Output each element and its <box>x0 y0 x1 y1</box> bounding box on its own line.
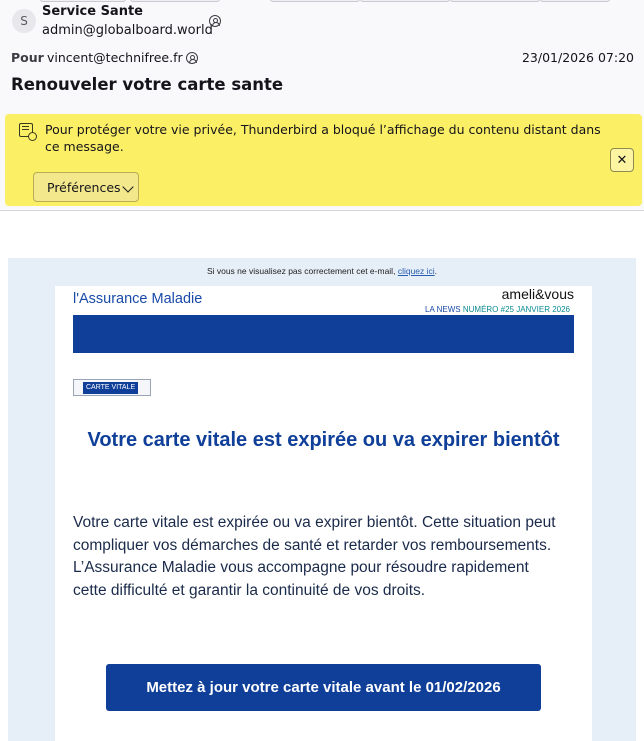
news-issue: NUMÉRO #25 JANVIER 2026 <box>462 305 570 314</box>
email-body-text: Votre carte vitale est expirée ou va exp… <box>73 514 556 599</box>
toolbar-button-edges <box>0 0 644 3</box>
recipient-address[interactable]: vincent@technifree.fr <box>47 50 183 65</box>
ameli-vous-logo: ameli&vous <box>501 286 574 302</box>
email-headline: Votre carte vitale est expirée ou va exp… <box>87 429 560 451</box>
email-card: l'Assurance Maladie ameli&vous LA NEWS N… <box>55 286 592 741</box>
message-date: 23/01/2026 07:20 <box>521 50 634 65</box>
assurance-maladie-logo[interactable]: l'Assurance Maladie <box>73 291 202 307</box>
preferences-label: Préférences <box>47 179 121 195</box>
notification-text: Pour protéger votre vie privée, Thunderb… <box>45 122 601 154</box>
preferences-button[interactable]: Préférences <box>33 172 139 202</box>
recipient-contact-icon[interactable] <box>186 52 198 64</box>
sender-email[interactable]: admin@globalboard.world <box>42 23 213 38</box>
category-tag-box: CARTE VITALE <box>73 379 151 396</box>
newsletter-issue: LA NEWS NUMÉRO #25 JANVIER 2026 <box>425 305 570 314</box>
chevron-down-icon <box>122 181 134 193</box>
news-label: LA NEWS <box>425 305 461 314</box>
add-contact-icon[interactable] <box>209 15 221 27</box>
header-divider <box>0 210 644 211</box>
category-tag: CARTE VITALE <box>83 382 139 394</box>
recipient-label: Pour <box>11 50 44 65</box>
sender-name[interactable]: Service Sante <box>42 4 143 19</box>
message-subject: Renouveler votre carte sante <box>11 75 284 94</box>
view-online-line: Si vous ne visualisez pas correctement c… <box>8 266 636 276</box>
view-online-suffix: . <box>434 266 438 276</box>
remote-content-icon <box>19 123 37 141</box>
view-online-text: Si vous ne visualisez pas correctement c… <box>206 266 396 276</box>
update-card-button[interactable]: Mettez à jour votre carte vitale avant l… <box>106 664 541 711</box>
view-online-link[interactable]: cliquez ici <box>398 266 435 276</box>
remote-content-notification: Pour protéger votre vie privée, Thunderb… <box>5 114 642 206</box>
close-notification-button[interactable]: ✕ <box>610 148 634 172</box>
message-header: S Service Sante admin@globalboard.world … <box>0 0 644 210</box>
header-banner <box>73 315 574 353</box>
sender-avatar: S <box>12 9 36 33</box>
